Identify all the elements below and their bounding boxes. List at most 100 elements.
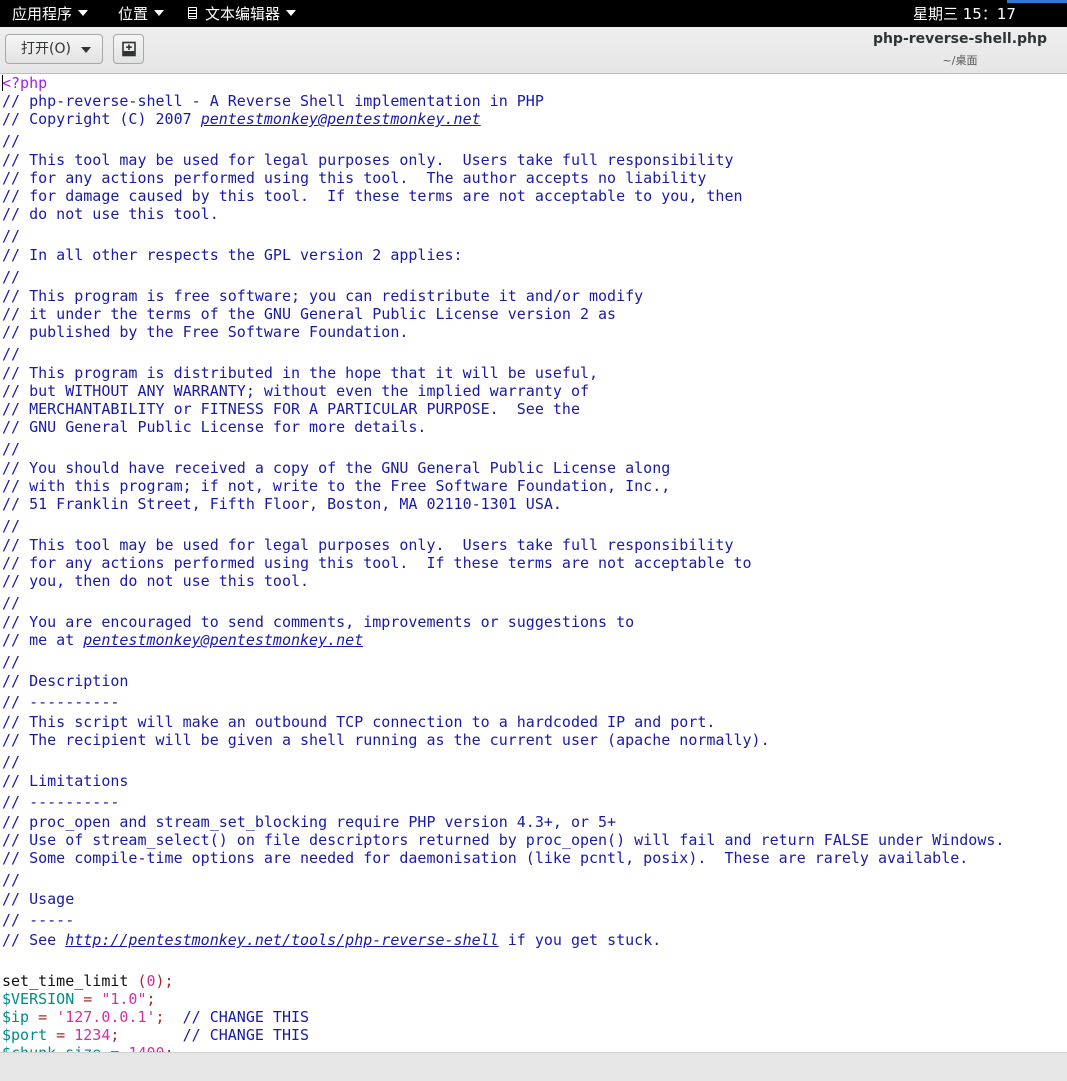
code-line: // [2, 227, 21, 245]
new-document-icon [122, 41, 136, 57]
applications-menu[interactable]: 应用程序 [12, 0, 89, 27]
code-line: // [2, 132, 21, 150]
code-number: 1234 [74, 1026, 111, 1044]
top-panel: 应用程序 位置 文本编辑器 星期三 15：17 [0, 0, 1067, 27]
header-bar: 打开(O) php-reverse-shell.php ~/桌面 [0, 27, 1067, 74]
code-line: // You are encouraged to send comments, … [2, 613, 635, 631]
code-line: // Limitations [2, 772, 129, 790]
places-menu-label: 位置 [118, 5, 149, 23]
code-line: $port = 1234; // CHANGE THIS [2, 1026, 309, 1044]
open-button-label: 打开(O) [21, 41, 71, 57]
php-open-tag: <?php [2, 74, 48, 92]
code-line: // This program is distributed in the ho… [2, 364, 599, 382]
code-line: // php-reverse-shell - A Reverse Shell i… [2, 92, 544, 110]
code-line: $ip = '127.0.0.1'; // CHANGE THIS [2, 1008, 309, 1026]
code-punct: ( [137, 972, 147, 990]
code-line: // [2, 440, 21, 458]
code-line: // [2, 594, 21, 612]
code-line: // See http://pentestmonkey.net/tools/ph… [2, 931, 661, 949]
code-line: // Description [2, 672, 129, 690]
code-line: // This tool may be used for legal purpo… [2, 151, 734, 169]
code-punct: = [101, 1044, 128, 1052]
app-menu[interactable]: 文本编辑器 [188, 0, 297, 27]
code-line: // [2, 753, 21, 771]
code-line: // This program is free software; you ca… [2, 287, 644, 305]
code-line: // You should have received a copy of th… [2, 459, 671, 477]
code-line: // This tool may be used for legal purpo… [2, 536, 734, 554]
code-line: // [2, 871, 21, 889]
code-line: // In all other respects the GPL version… [2, 246, 463, 264]
code-line: // me at pentestmonkey@pentestmonkey.net [2, 631, 363, 649]
text-cursor [2, 74, 3, 91]
new-document-button[interactable] [113, 34, 144, 64]
panel-accent [1007, 0, 1067, 3]
code-text: // See [2, 931, 66, 949]
code-line: <?php [2, 74, 47, 92]
applications-menu-label: 应用程序 [12, 5, 73, 23]
code-punct: ; [155, 1008, 165, 1026]
code-line: // The recipient will be given a shell r… [2, 731, 770, 749]
code-line: // with this program; if not, write to t… [2, 477, 671, 495]
code-line: // Use of stream_select() on file descri… [2, 831, 1005, 849]
code-line: // This script will make an outbound TCP… [2, 713, 716, 731]
code-punct: ; [146, 990, 156, 1008]
code-line: // Some compile-time options are needed … [2, 849, 969, 867]
code-line: // Copyright (C) 2007 pentestmonkey@pent… [2, 110, 481, 128]
code-variable: $port [2, 1026, 48, 1044]
app-menu-label: 文本编辑器 [205, 5, 281, 23]
code-variable: $chunk_size [2, 1044, 101, 1052]
code-text: // me at [2, 631, 84, 649]
code-line: // ----- [2, 911, 75, 929]
code-line: // MERCHANTABILITY or FITNESS FOR A PART… [2, 400, 580, 418]
code-string: "1.0" [101, 990, 147, 1008]
code-line: // [2, 345, 21, 363]
clock-label: 星期三 15：17 [913, 5, 1016, 23]
function-name: set_time_limit [2, 972, 138, 990]
code-punct: ); [155, 972, 174, 990]
code-number: 1400 [128, 1044, 164, 1052]
code-text: if you get stuck. [498, 931, 662, 949]
code-punct: = [29, 1008, 57, 1026]
code-line: // you, then do not use this tool. [2, 572, 310, 590]
code-line: // do not use this tool. [2, 205, 219, 223]
code-line: // 51 Franklin Street, Fifth Floor, Bost… [2, 495, 562, 513]
code-punct: = [74, 990, 102, 1008]
code-variable: $VERSION [2, 990, 75, 1008]
document-title: php-reverse-shell.php [872, 31, 1048, 47]
code-line: // GNU General Public License for more d… [2, 418, 427, 436]
code-line: // ---------- [2, 693, 120, 711]
clock[interactable]: 星期三 15：17 [913, 0, 1016, 27]
code-line: // for any actions performed using this … [2, 169, 707, 187]
code-line: // published by the Free Software Founda… [2, 323, 409, 341]
code-line: // it under the terms of the GNU General… [2, 305, 617, 323]
code-comment: // CHANGE THIS [164, 1008, 310, 1026]
url-link[interactable]: http://pentestmonkey.net/tools/php-rever… [65, 931, 498, 949]
open-button[interactable]: 打开(O) [5, 34, 103, 64]
email-link[interactable]: pentestmonkey@pentestmonkey.net [201, 110, 481, 128]
status-bar [0, 1052, 1067, 1081]
email-link[interactable]: pentestmonkey@pentestmonkey.net [83, 631, 363, 649]
code-line: // for damage caused by this tool. If th… [2, 187, 743, 205]
chevron-down-icon [81, 47, 91, 53]
code-text: // Copyright (C) 2007 [2, 110, 201, 128]
code-line: $VERSION = "1.0"; [2, 990, 156, 1008]
code-line: // proc_open and stream_set_blocking req… [2, 813, 617, 831]
code-line: $chunk_size = 1400; [2, 1044, 174, 1052]
places-menu[interactable]: 位置 [118, 0, 165, 27]
code-line: // for any actions performed using this … [2, 554, 752, 572]
code-variable: $ip [2, 1008, 30, 1026]
code-number: 0 [146, 972, 156, 990]
chevron-down-icon [154, 9, 165, 16]
code-line: // Usage [2, 890, 75, 908]
text-editor-icon [188, 6, 197, 19]
code-line: set_time_limit (0); [2, 972, 174, 990]
code-line: // [2, 653, 21, 671]
code-line: // [2, 517, 21, 535]
code-punct: = [47, 1026, 75, 1044]
code-line: // but WITHOUT ANY WARRANTY; without eve… [2, 382, 589, 400]
text-editor-area[interactable]: <?php // php-reverse-shell - A Reverse S… [0, 74, 1067, 1052]
code-string: '127.0.0.1' [56, 1008, 156, 1026]
chevron-down-icon [78, 9, 89, 16]
code-line: // ---------- [2, 793, 120, 811]
code-line: // [2, 268, 21, 286]
